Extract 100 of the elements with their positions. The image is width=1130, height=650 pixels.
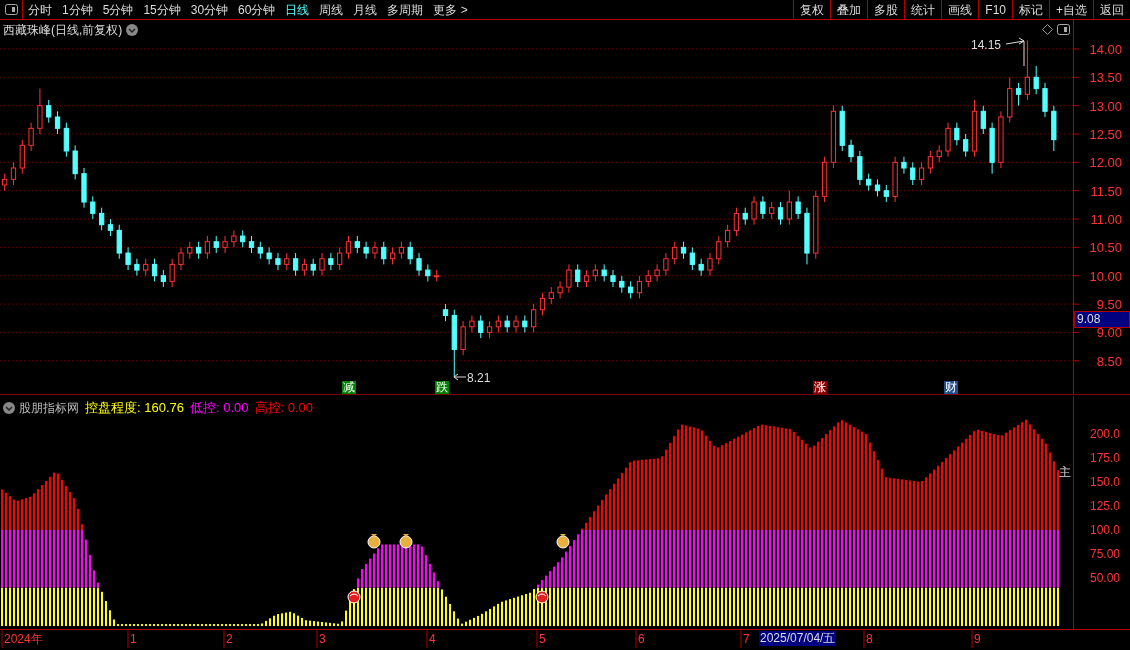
toolbar-button[interactable]: +自选 bbox=[1049, 0, 1093, 19]
period-tab[interactable]: 15分钟 bbox=[143, 0, 181, 19]
toolbar-button[interactable]: F10 bbox=[978, 0, 1012, 19]
rising-candle bbox=[769, 201, 775, 220]
rising-candle bbox=[345, 235, 352, 260]
falling-candle bbox=[980, 105, 986, 135]
indicator-axis-label: 175.0 bbox=[1090, 452, 1121, 464]
falling-candle bbox=[522, 314, 528, 333]
price-axis-label: 13.00 bbox=[1089, 98, 1122, 114]
period-tab[interactable]: 1分钟 bbox=[62, 0, 93, 19]
date-axis-label: 5 bbox=[539, 633, 546, 645]
falling-candle bbox=[1042, 82, 1048, 118]
money-bag-icon bbox=[556, 534, 570, 549]
falling-candle bbox=[107, 218, 114, 237]
toolbar-button[interactable]: 多股 bbox=[867, 0, 905, 19]
rising-candle bbox=[460, 320, 466, 356]
falling-candle bbox=[839, 105, 845, 152]
rising-candle bbox=[724, 224, 731, 248]
period-tab[interactable]: 30分钟 bbox=[190, 0, 229, 19]
rising-candle bbox=[1007, 76, 1013, 124]
date-axis-label: 4 bbox=[429, 633, 436, 645]
indicator-axis-label: 50.00 bbox=[1090, 572, 1121, 584]
rising-candle bbox=[37, 88, 43, 135]
period-tab[interactable]: 日线 bbox=[285, 0, 310, 19]
falling-candle bbox=[151, 258, 158, 282]
falling-candle bbox=[1015, 82, 1022, 107]
falling-candle bbox=[610, 269, 616, 288]
indicator-reading: 高控: 0.00 bbox=[254, 399, 314, 417]
period-tab[interactable]: 60分钟 bbox=[238, 0, 276, 19]
falling-candle bbox=[848, 139, 854, 163]
rising-candle bbox=[513, 314, 519, 333]
price-axis-label: 9.00 bbox=[1096, 325, 1122, 341]
falling-candle bbox=[275, 252, 281, 271]
falling-candle bbox=[442, 303, 449, 322]
falling-candle bbox=[125, 246, 131, 271]
falling-candle bbox=[963, 133, 969, 158]
period-tab[interactable]: 周线 bbox=[319, 0, 344, 19]
rising-candle bbox=[434, 269, 440, 282]
rising-candle bbox=[10, 161, 17, 186]
indicator-name: 股朋指标网 bbox=[19, 399, 79, 417]
toolbar-button[interactable]: 画线 bbox=[941, 0, 979, 19]
rising-candle bbox=[583, 269, 590, 288]
indicator-axis-label: 75.00 bbox=[1090, 548, 1121, 560]
toolbar-button[interactable]: 复权 bbox=[793, 0, 831, 19]
date-axis-label: 7 bbox=[743, 633, 750, 645]
rising-candle bbox=[751, 195, 757, 226]
date-axis-label: 2 bbox=[226, 633, 233, 645]
date-axis-label: 8 bbox=[866, 633, 873, 645]
signal-tag: 财 bbox=[944, 381, 958, 394]
rising-candle bbox=[636, 275, 643, 299]
falling-candle bbox=[81, 167, 87, 209]
rising-candle bbox=[813, 190, 819, 260]
period-tab[interactable]: 5分钟 bbox=[102, 0, 134, 19]
falling-candle bbox=[72, 144, 78, 180]
period-tab[interactable]: 多周期 bbox=[387, 0, 424, 19]
rising-candle bbox=[645, 269, 651, 288]
rising-candle bbox=[204, 235, 211, 260]
dropdown-icon[interactable] bbox=[126, 24, 139, 36]
falling-candle bbox=[54, 110, 61, 135]
price-axis-label: 11.00 bbox=[1090, 212, 1122, 228]
falling-candle bbox=[90, 195, 96, 220]
rising-candle bbox=[319, 252, 325, 277]
falling-candle bbox=[989, 122, 995, 175]
falling-candle bbox=[416, 252, 422, 277]
rising-candle bbox=[998, 110, 1004, 169]
panel-toggle-icon[interactable] bbox=[1057, 24, 1070, 35]
falling-candle bbox=[742, 207, 748, 226]
panel-toggle-icon[interactable] bbox=[4, 4, 18, 15]
falling-candle bbox=[407, 241, 413, 265]
rising-candle bbox=[372, 241, 378, 260]
indicator-reading: 控盘程度: 160.76 bbox=[85, 399, 184, 417]
date-axis-label: 3 bbox=[319, 633, 326, 645]
rising-candle bbox=[592, 263, 598, 282]
signal-tag: 涨 bbox=[813, 381, 827, 394]
diamond-icon[interactable] bbox=[1042, 24, 1053, 35]
signal-tag: 减 bbox=[342, 381, 356, 394]
indicator-axis-label: 100.0 bbox=[1090, 524, 1121, 536]
falling-candle bbox=[575, 263, 581, 288]
signal-ball-icon bbox=[347, 590, 361, 604]
rising-candle bbox=[495, 314, 501, 333]
low-marker-arrow bbox=[453, 373, 467, 381]
toolbar-button[interactable]: 统计 bbox=[904, 0, 942, 19]
rising-candle bbox=[178, 246, 184, 271]
falling-candle bbox=[504, 314, 510, 333]
toolbar-button[interactable]: 返回 bbox=[1093, 0, 1130, 19]
falling-candle bbox=[363, 241, 369, 260]
toolbar-button[interactable]: 叠加 bbox=[830, 0, 868, 19]
period-tab[interactable]: 分时 bbox=[28, 0, 52, 19]
rising-candle bbox=[557, 280, 563, 299]
rising-candle bbox=[531, 303, 537, 333]
chart-title: 西藏珠峰(日线,前复权) bbox=[3, 22, 123, 39]
rising-candle bbox=[786, 190, 792, 226]
rising-candle bbox=[927, 150, 934, 175]
toolbar-button[interactable]: 标记 bbox=[1012, 0, 1049, 19]
price-axis-label: 10.50 bbox=[1089, 240, 1122, 256]
price-axis-label: 14.00 bbox=[1089, 41, 1122, 57]
indicator-axis-label: 125.0 bbox=[1090, 500, 1121, 512]
dropdown-icon[interactable] bbox=[3, 401, 15, 414]
period-tab[interactable]: 更多 > bbox=[433, 0, 468, 19]
period-tab[interactable]: 月线 bbox=[353, 0, 378, 19]
